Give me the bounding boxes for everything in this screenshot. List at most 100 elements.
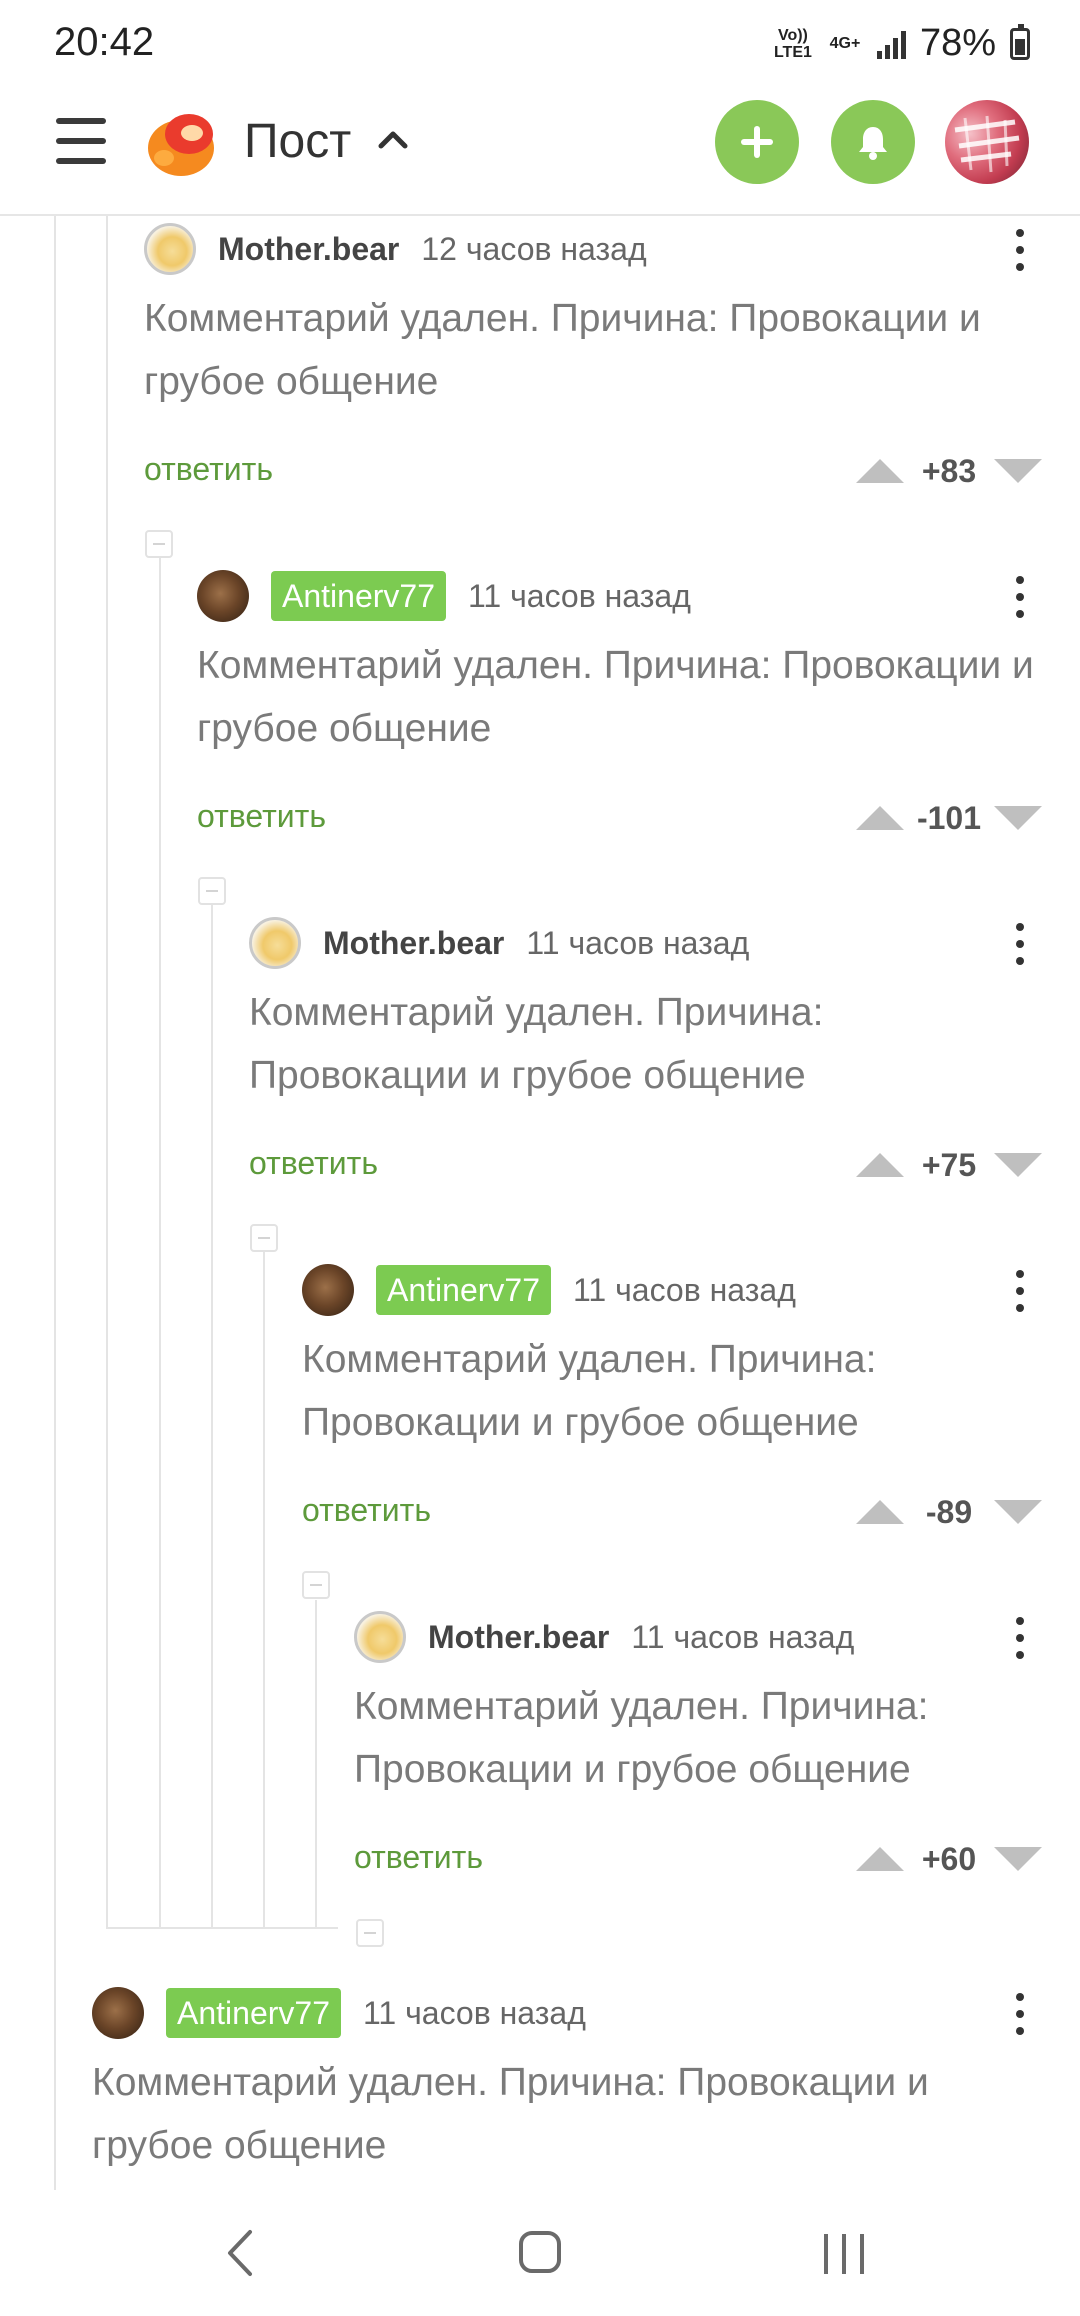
triangle-up-icon[interactable] xyxy=(856,1847,904,1871)
triangle-up-icon[interactable] xyxy=(856,1500,904,1524)
comment-score: +60 xyxy=(921,1840,977,1877)
collapse-toggle[interactable] xyxy=(356,1919,384,1947)
triangle-down-icon[interactable] xyxy=(994,1153,1042,1177)
collapse-toggle[interactable] xyxy=(198,877,226,905)
username[interactable]: Antinerv77 xyxy=(166,1988,341,2038)
comment-text: Комментарий удален. Причина: Провокации … xyxy=(354,1685,929,1791)
comment-header: Antinerv77 11 часов назад xyxy=(302,1262,1080,1318)
page-title[interactable]: Пост xyxy=(244,114,351,169)
comment: Antinerv77 11 часов назад Комментарий уд… xyxy=(197,568,1080,868)
recents-icon[interactable] xyxy=(820,2232,868,2276)
battery-icon xyxy=(1010,23,1030,60)
comment-time: 11 часов назад xyxy=(631,1618,855,1655)
username[interactable]: Mother.bear xyxy=(428,1619,609,1656)
back-icon[interactable] xyxy=(220,2228,260,2278)
avatar-image xyxy=(954,115,1020,173)
collapse-toggle[interactable] xyxy=(145,530,173,558)
triangle-up-icon[interactable] xyxy=(856,806,904,830)
home-icon[interactable] xyxy=(518,2230,562,2274)
comment-header: Antinerv77 11 часов назад xyxy=(197,568,1080,624)
thread-line xyxy=(315,1600,317,1928)
comment: Antinerv77 11 часов назад Комментарий уд… xyxy=(92,1985,1080,2185)
avatar[interactable] xyxy=(197,570,249,622)
status-icons: Vo)) LTE1 4G+ 78% xyxy=(773,22,1030,65)
thread-line xyxy=(211,905,213,1928)
pikabu-logo[interactable] xyxy=(144,106,218,180)
avatar[interactable] xyxy=(302,1264,354,1316)
thread-line xyxy=(159,558,161,1928)
avatar[interactable] xyxy=(144,223,196,275)
add-post-button[interactable] xyxy=(715,100,799,184)
comment-score: +83 xyxy=(921,452,977,489)
triangle-down-icon[interactable] xyxy=(994,1847,1042,1871)
vote-controls: +83 xyxy=(856,451,1042,491)
triangle-down-icon[interactable] xyxy=(994,806,1042,830)
plus-icon xyxy=(741,126,773,158)
thread-line xyxy=(54,216,56,2190)
comment: Antinerv77 11 часов назад Комментарий уд… xyxy=(302,1262,1080,1562)
avatar[interactable] xyxy=(249,917,301,969)
network-4g-indicator: 4G+ xyxy=(829,35,861,52)
comment-score: -89 xyxy=(925,1493,973,1530)
comment-text: Комментарий удален. Причина: Провокации … xyxy=(144,297,981,403)
username[interactable]: Mother.bear xyxy=(218,231,399,268)
menu-icon[interactable] xyxy=(56,118,106,164)
more-vertical-icon[interactable] xyxy=(1014,923,1024,965)
comment: Mother.bear 11 часов назад Комментарий у… xyxy=(354,1609,1080,1909)
reply-link[interactable]: ответить xyxy=(302,1492,431,1529)
reply-link[interactable]: ответить xyxy=(197,798,326,835)
user-avatar[interactable] xyxy=(945,100,1029,184)
comment-score: +75 xyxy=(921,1146,977,1183)
status-time: 20:42 xyxy=(54,20,155,64)
reply-link[interactable]: ответить xyxy=(144,451,273,488)
triangle-down-icon[interactable] xyxy=(994,1500,1042,1524)
more-vertical-icon[interactable] xyxy=(1014,1993,1024,2035)
more-vertical-icon[interactable] xyxy=(1014,1270,1024,1312)
reply-link[interactable]: ответить xyxy=(249,1145,378,1182)
triangle-down-icon[interactable] xyxy=(994,459,1042,483)
avatar[interactable] xyxy=(92,1987,144,2039)
comment-time: 11 часов назад xyxy=(362,1994,586,2031)
comment: Mother.bear 11 часов назад Комментарий у… xyxy=(249,915,1080,1215)
comment-text: Комментарий удален. Причина: Провокации … xyxy=(302,1338,877,1444)
collapse-toggle[interactable] xyxy=(250,1224,278,1252)
comment-text: Комментарий удален. Причина: Провокации … xyxy=(249,991,824,1097)
app-header: Пост xyxy=(0,84,1080,216)
more-vertical-icon[interactable] xyxy=(1014,229,1024,271)
triangle-up-icon[interactable] xyxy=(856,459,904,483)
notifications-button[interactable] xyxy=(831,100,915,184)
username[interactable]: Antinerv77 xyxy=(271,571,446,621)
reply-link[interactable]: ответить xyxy=(354,1839,483,1876)
comment-header: Mother.bear 11 часов назад xyxy=(249,915,1080,971)
comment-text: Комментарий удален. Причина: Провокации … xyxy=(197,644,1034,750)
comment-score: -101 xyxy=(916,799,982,836)
comment-header: Mother.bear 12 часов назад xyxy=(144,221,1080,277)
comment-time: 11 часов назад xyxy=(526,924,750,961)
chevron-up-icon[interactable] xyxy=(373,120,413,160)
comment-header: Mother.bear 11 часов назад xyxy=(354,1609,1080,1665)
triangle-up-icon[interactable] xyxy=(856,1153,904,1177)
thread-line-bottom xyxy=(106,1927,338,1929)
vote-controls: +75 xyxy=(856,1145,1042,1185)
comment-time: 11 часов назад xyxy=(467,577,691,614)
avatar[interactable] xyxy=(354,1611,406,1663)
comment-text: Комментарий удален. Причина: Провокации … xyxy=(92,2061,929,2167)
username[interactable]: Mother.bear xyxy=(323,925,504,962)
more-vertical-icon[interactable] xyxy=(1014,1617,1024,1659)
bell-icon xyxy=(859,127,887,160)
vote-controls: -89 xyxy=(856,1492,1042,1532)
battery-percent: 78% xyxy=(919,22,996,64)
thread-line xyxy=(263,1252,265,1928)
status-bar: 20:42 Vo)) LTE1 4G+ 78% xyxy=(0,0,1080,84)
username[interactable]: Antinerv77 xyxy=(376,1265,551,1315)
comment-time: 11 часов назад xyxy=(572,1271,796,1308)
more-vertical-icon[interactable] xyxy=(1014,576,1024,618)
volte-indicator: Vo)) LTE1 xyxy=(773,26,812,61)
signal-icon xyxy=(876,29,906,59)
comment-time: 12 часов назад xyxy=(421,230,647,267)
comment: Mother.bear 12 часов назад Комментарий у… xyxy=(144,221,1080,521)
vote-controls: +60 xyxy=(856,1839,1042,1879)
thread-line xyxy=(106,216,108,1928)
collapse-toggle[interactable] xyxy=(302,1571,330,1599)
vote-controls: -101 xyxy=(856,798,1042,838)
